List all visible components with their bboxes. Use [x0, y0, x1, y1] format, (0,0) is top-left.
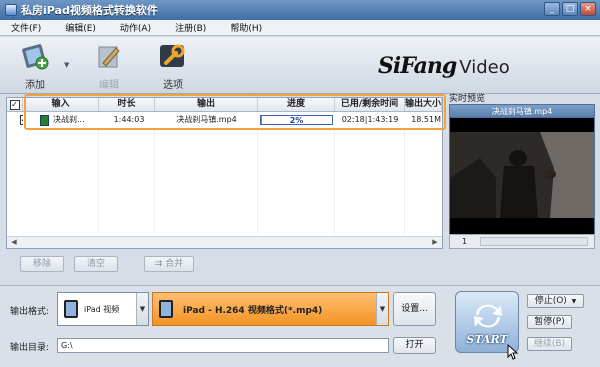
- column-header-input[interactable]: 输入: [23, 98, 99, 111]
- preview-panel: 实时预览 决战刹马镇.mp4 1: [449, 91, 595, 277]
- chevron-down-icon[interactable]: ▼: [64, 61, 69, 69]
- menu-edit[interactable]: 编辑(E): [65, 21, 96, 34]
- menu-bar: 文件(F) 编辑(E) 动作(A) 注册(B) 帮助(H): [0, 20, 600, 36]
- file-list-header: ✓ 输入 时长 输出 进度 已用/剩余时间 输出大小: [7, 98, 442, 112]
- format-select[interactable]: iPad - H.264 视频格式(*.mp4) ▼: [152, 292, 389, 326]
- row-time: 02:18|1:43:19: [341, 115, 399, 124]
- merge-button[interactable]: ⇉ 合并: [144, 256, 194, 272]
- row-progress-text: 2%: [289, 116, 304, 125]
- grid-lines: [7, 128, 442, 234]
- preview-filename: 决战刹马镇.mp4: [449, 104, 595, 118]
- film-add-icon: [22, 44, 49, 70]
- preview-seek-bar[interactable]: 1: [449, 234, 595, 249]
- column-header-size[interactable]: 输出大小: [405, 98, 442, 111]
- close-button[interactable]: ×: [580, 2, 596, 16]
- convert-arrows-icon: [474, 304, 502, 328]
- options-tool-button[interactable]: 选项: [148, 41, 198, 91]
- window-controls: _ □ ×: [544, 2, 596, 16]
- menu-help[interactable]: 帮助(H): [230, 21, 262, 34]
- output-dir-input[interactable]: G:\: [57, 338, 389, 353]
- select-all-cell: ✓: [7, 98, 23, 111]
- options-tool-label: 选项: [163, 80, 183, 91]
- menu-register[interactable]: 注册(B): [175, 21, 206, 34]
- device-chevron-down-icon[interactable]: ▼: [136, 293, 148, 325]
- minimize-button[interactable]: _: [544, 2, 560, 16]
- mouse-cursor-icon: [507, 344, 519, 360]
- device-select[interactable]: iPad 视频 ▼: [57, 292, 149, 326]
- add-tool-button[interactable]: 添加: [10, 41, 60, 91]
- merge-icon: ⇉: [154, 259, 163, 269]
- edit-tool-button[interactable]: 编辑: [84, 41, 134, 91]
- scroll-right-icon[interactable]: ▶: [430, 238, 440, 247]
- row-duration: 1:44:03: [113, 115, 145, 124]
- format-label: 输出格式:: [10, 307, 50, 317]
- continue-button[interactable]: 继续(B): [527, 337, 572, 351]
- settings-button[interactable]: 设置...: [393, 292, 436, 326]
- preview-screen: [449, 118, 595, 234]
- toolbar: 添加 ▼ 编辑 选项 SiFang Video: [0, 37, 600, 94]
- row-output: 决战刹马镇.mp4: [176, 115, 237, 124]
- film-icon: [40, 114, 49, 126]
- row-progress-cell: 2%: [258, 115, 335, 125]
- logo-suffix: Video: [459, 57, 510, 78]
- menu-action[interactable]: 动作(A): [120, 21, 151, 34]
- device-value: iPad 视频: [84, 304, 120, 314]
- remove-button[interactable]: 移除: [20, 256, 64, 272]
- brand-logo: SiFang Video: [378, 53, 510, 79]
- file-list-panel: ✓ 输入 时长 输出 进度 已用/剩余时间 输出大小 ✓ 决战刹... 1:44…: [6, 97, 443, 249]
- add-tool-label: 添加: [25, 80, 45, 91]
- preview-seek-track[interactable]: [480, 237, 588, 246]
- merge-label: 合并: [165, 259, 184, 269]
- row-size: 18.51M: [411, 115, 441, 124]
- table-row[interactable]: ✓ 决战刹... 1:44:03 决战刹马镇.mp4 2% 02:18|1:43…: [7, 113, 442, 127]
- ipad-format-icon: [159, 300, 173, 318]
- scroll-left-icon[interactable]: ◀: [9, 238, 19, 247]
- row-input: 决战刹...: [53, 115, 85, 124]
- format-value: iPad - H.264 视频格式(*.mp4): [183, 305, 323, 316]
- row-progress-bar: 2%: [260, 115, 333, 125]
- row-check-cell: ✓: [7, 115, 23, 125]
- select-all-checkbox[interactable]: ✓: [9, 99, 20, 110]
- format-chevron-down-icon[interactable]: ▼: [376, 293, 388, 325]
- ipad-icon: [64, 300, 78, 318]
- column-header-time[interactable]: 已用/剩余时间: [335, 98, 405, 111]
- open-folder-button[interactable]: 打开: [393, 337, 436, 354]
- horizontal-scrollbar[interactable]: ◀ ▶: [7, 236, 442, 248]
- video-frame-image: [450, 118, 594, 234]
- column-header-duration[interactable]: 时长: [99, 98, 155, 111]
- stop-chevron-down-icon: ▼: [571, 298, 577, 305]
- clear-button[interactable]: 清空: [74, 256, 118, 272]
- stop-button[interactable]: 停止(O) ▼: [527, 294, 584, 308]
- window-title: 私房iPad视频格式转换软件: [21, 4, 158, 17]
- stop-label: 停止(O): [534, 296, 567, 306]
- pause-button[interactable]: 暂停(P): [527, 315, 572, 329]
- logo-brand: SiFang: [378, 53, 457, 79]
- row-input-cell: 决战刹...: [23, 113, 99, 127]
- wrench-icon: [160, 44, 185, 67]
- menu-file[interactable]: 文件(F): [11, 21, 41, 34]
- app-icon: [5, 4, 17, 16]
- preview-label: 实时预览: [449, 94, 486, 104]
- column-header-progress[interactable]: 进度: [258, 98, 335, 111]
- edit-icon: [98, 46, 120, 68]
- edit-tool-label: 编辑: [99, 80, 119, 91]
- output-dir-label: 输出目录:: [10, 343, 50, 353]
- preview-page: 1: [462, 237, 468, 246]
- title-bar: 私房iPad视频格式转换软件 _ □ ×: [0, 0, 600, 20]
- maximize-button[interactable]: □: [562, 2, 578, 16]
- column-header-output[interactable]: 输出: [155, 98, 258, 111]
